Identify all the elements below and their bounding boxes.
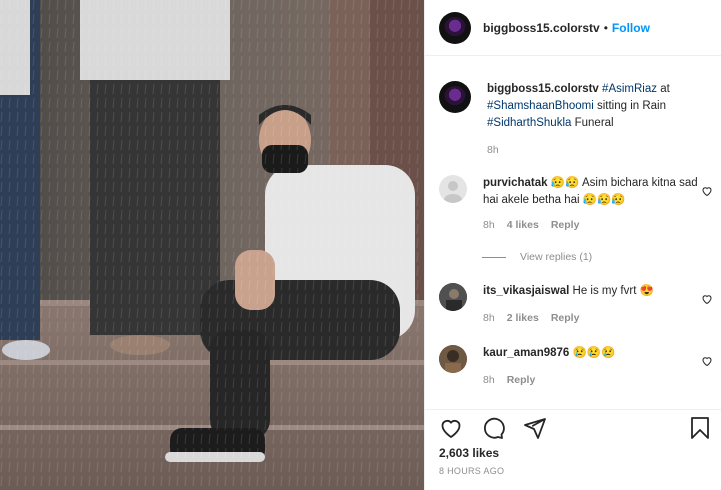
default-avatar-icon bbox=[444, 181, 462, 203]
caption-meta: 8h bbox=[487, 142, 712, 159]
comment-likes[interactable]: 2 likes bbox=[507, 310, 539, 327]
comment-emoji: 😥😥 bbox=[550, 177, 580, 189]
comment-heart-icon[interactable] bbox=[701, 355, 713, 367]
post-timestamp[interactable]: 8 HOURS AGO bbox=[439, 466, 504, 476]
hashtag-link[interactable]: #ShamshaanBhoomi bbox=[487, 100, 594, 112]
caption-text: sitting in Rain bbox=[593, 100, 666, 112]
comment-meta: 8h Reply bbox=[483, 372, 708, 389]
likes-count[interactable]: 2,603 likes bbox=[439, 446, 499, 460]
caption: biggboss15.colorstv #AsimRiaz at #Shamsh… bbox=[439, 81, 719, 159]
comment: kaur_aman9876 😢😢😢 8h Reply bbox=[439, 345, 719, 389]
photo-illustration bbox=[0, 0, 424, 490]
comment-text: He is my fvrt bbox=[572, 285, 637, 297]
comment-meta: 8h 2 likes Reply bbox=[483, 310, 708, 327]
header-username[interactable]: biggboss15.colorstv bbox=[483, 21, 600, 35]
follow-button[interactable]: Follow bbox=[612, 21, 650, 35]
comment-heart-icon[interactable] bbox=[701, 185, 713, 197]
comment-avatar[interactable] bbox=[439, 345, 467, 373]
view-replies-button[interactable]: View replies (1) bbox=[482, 251, 592, 263]
comment-emoji: 😍 bbox=[639, 285, 654, 297]
share-icon[interactable] bbox=[523, 416, 547, 440]
post-photo[interactable] bbox=[0, 0, 424, 490]
comment-time: 8h bbox=[483, 374, 495, 386]
caption-avatar-image bbox=[444, 86, 466, 108]
post-side-panel: biggboss15.colorstv • Follow biggboss15.… bbox=[424, 0, 721, 490]
view-replies-line bbox=[482, 256, 506, 258]
post-actions: 2,603 likes 8 HOURS AGO bbox=[425, 409, 721, 490]
caption-avatar[interactable] bbox=[439, 81, 471, 113]
comment-avatar[interactable] bbox=[439, 283, 467, 311]
comment-username[interactable]: kaur_aman9876 bbox=[483, 347, 569, 359]
reply-button[interactable]: Reply bbox=[551, 217, 580, 234]
comment-meta: 8h 4 likes Reply bbox=[483, 217, 708, 234]
comment-time: 8h bbox=[483, 312, 495, 324]
reply-button[interactable]: Reply bbox=[551, 310, 580, 327]
comment-body: its_vikasjaiswal He is my fvrt 😍 8h 2 li… bbox=[483, 283, 708, 327]
instagram-post: biggboss15.colorstv • Follow biggboss15.… bbox=[0, 0, 721, 490]
user-photo-icon bbox=[439, 345, 467, 373]
post-header: biggboss15.colorstv • Follow bbox=[425, 0, 721, 56]
caption-username[interactable]: biggboss15.colorstv bbox=[487, 83, 599, 95]
comment-emoji: 😢😢😢 bbox=[572, 347, 616, 359]
header-separator: • bbox=[603, 20, 608, 35]
comment-body: purvichatak 😥😥 Asim bichara kitna sad ha… bbox=[483, 175, 708, 234]
comment-time: 8h bbox=[483, 219, 495, 231]
hashtag-link[interactable]: #SidharthShukla bbox=[487, 117, 571, 129]
comment-emoji: 😥😥😥 bbox=[582, 194, 626, 206]
action-icons bbox=[439, 416, 547, 440]
caption-time: 8h bbox=[487, 144, 499, 156]
caption-body: biggboss15.colorstv #AsimRiaz at #Shamsh… bbox=[487, 81, 712, 159]
comment: purvichatak 😥😥 Asim bichara kitna sad ha… bbox=[439, 175, 719, 234]
comment-username[interactable]: its_vikasjaiswal bbox=[483, 285, 569, 297]
caption-text: at bbox=[657, 83, 670, 95]
view-replies-label: View replies (1) bbox=[520, 251, 593, 263]
comment-likes[interactable]: 4 likes bbox=[507, 217, 539, 234]
heart-icon[interactable] bbox=[439, 416, 463, 440]
comment: its_vikasjaiswal He is my fvrt 😍 8h 2 li… bbox=[439, 283, 719, 327]
user-photo-icon bbox=[439, 283, 467, 311]
comment-heart-icon[interactable] bbox=[701, 293, 713, 305]
reply-button[interactable]: Reply bbox=[507, 372, 536, 389]
comment-avatar[interactable] bbox=[439, 175, 467, 203]
bookmark-icon[interactable] bbox=[688, 416, 712, 440]
hashtag-link[interactable]: #AsimRiaz bbox=[602, 83, 657, 95]
comments-section[interactable]: biggboss15.colorstv #AsimRiaz at #Shamsh… bbox=[425, 57, 721, 409]
avatar-image bbox=[444, 16, 466, 39]
comment-body: kaur_aman9876 😢😢😢 8h Reply bbox=[483, 345, 708, 389]
comment-username[interactable]: purvichatak bbox=[483, 177, 548, 189]
comment-icon[interactable] bbox=[481, 416, 505, 440]
avatar[interactable] bbox=[439, 11, 471, 44]
caption-text: Funeral bbox=[571, 117, 614, 129]
